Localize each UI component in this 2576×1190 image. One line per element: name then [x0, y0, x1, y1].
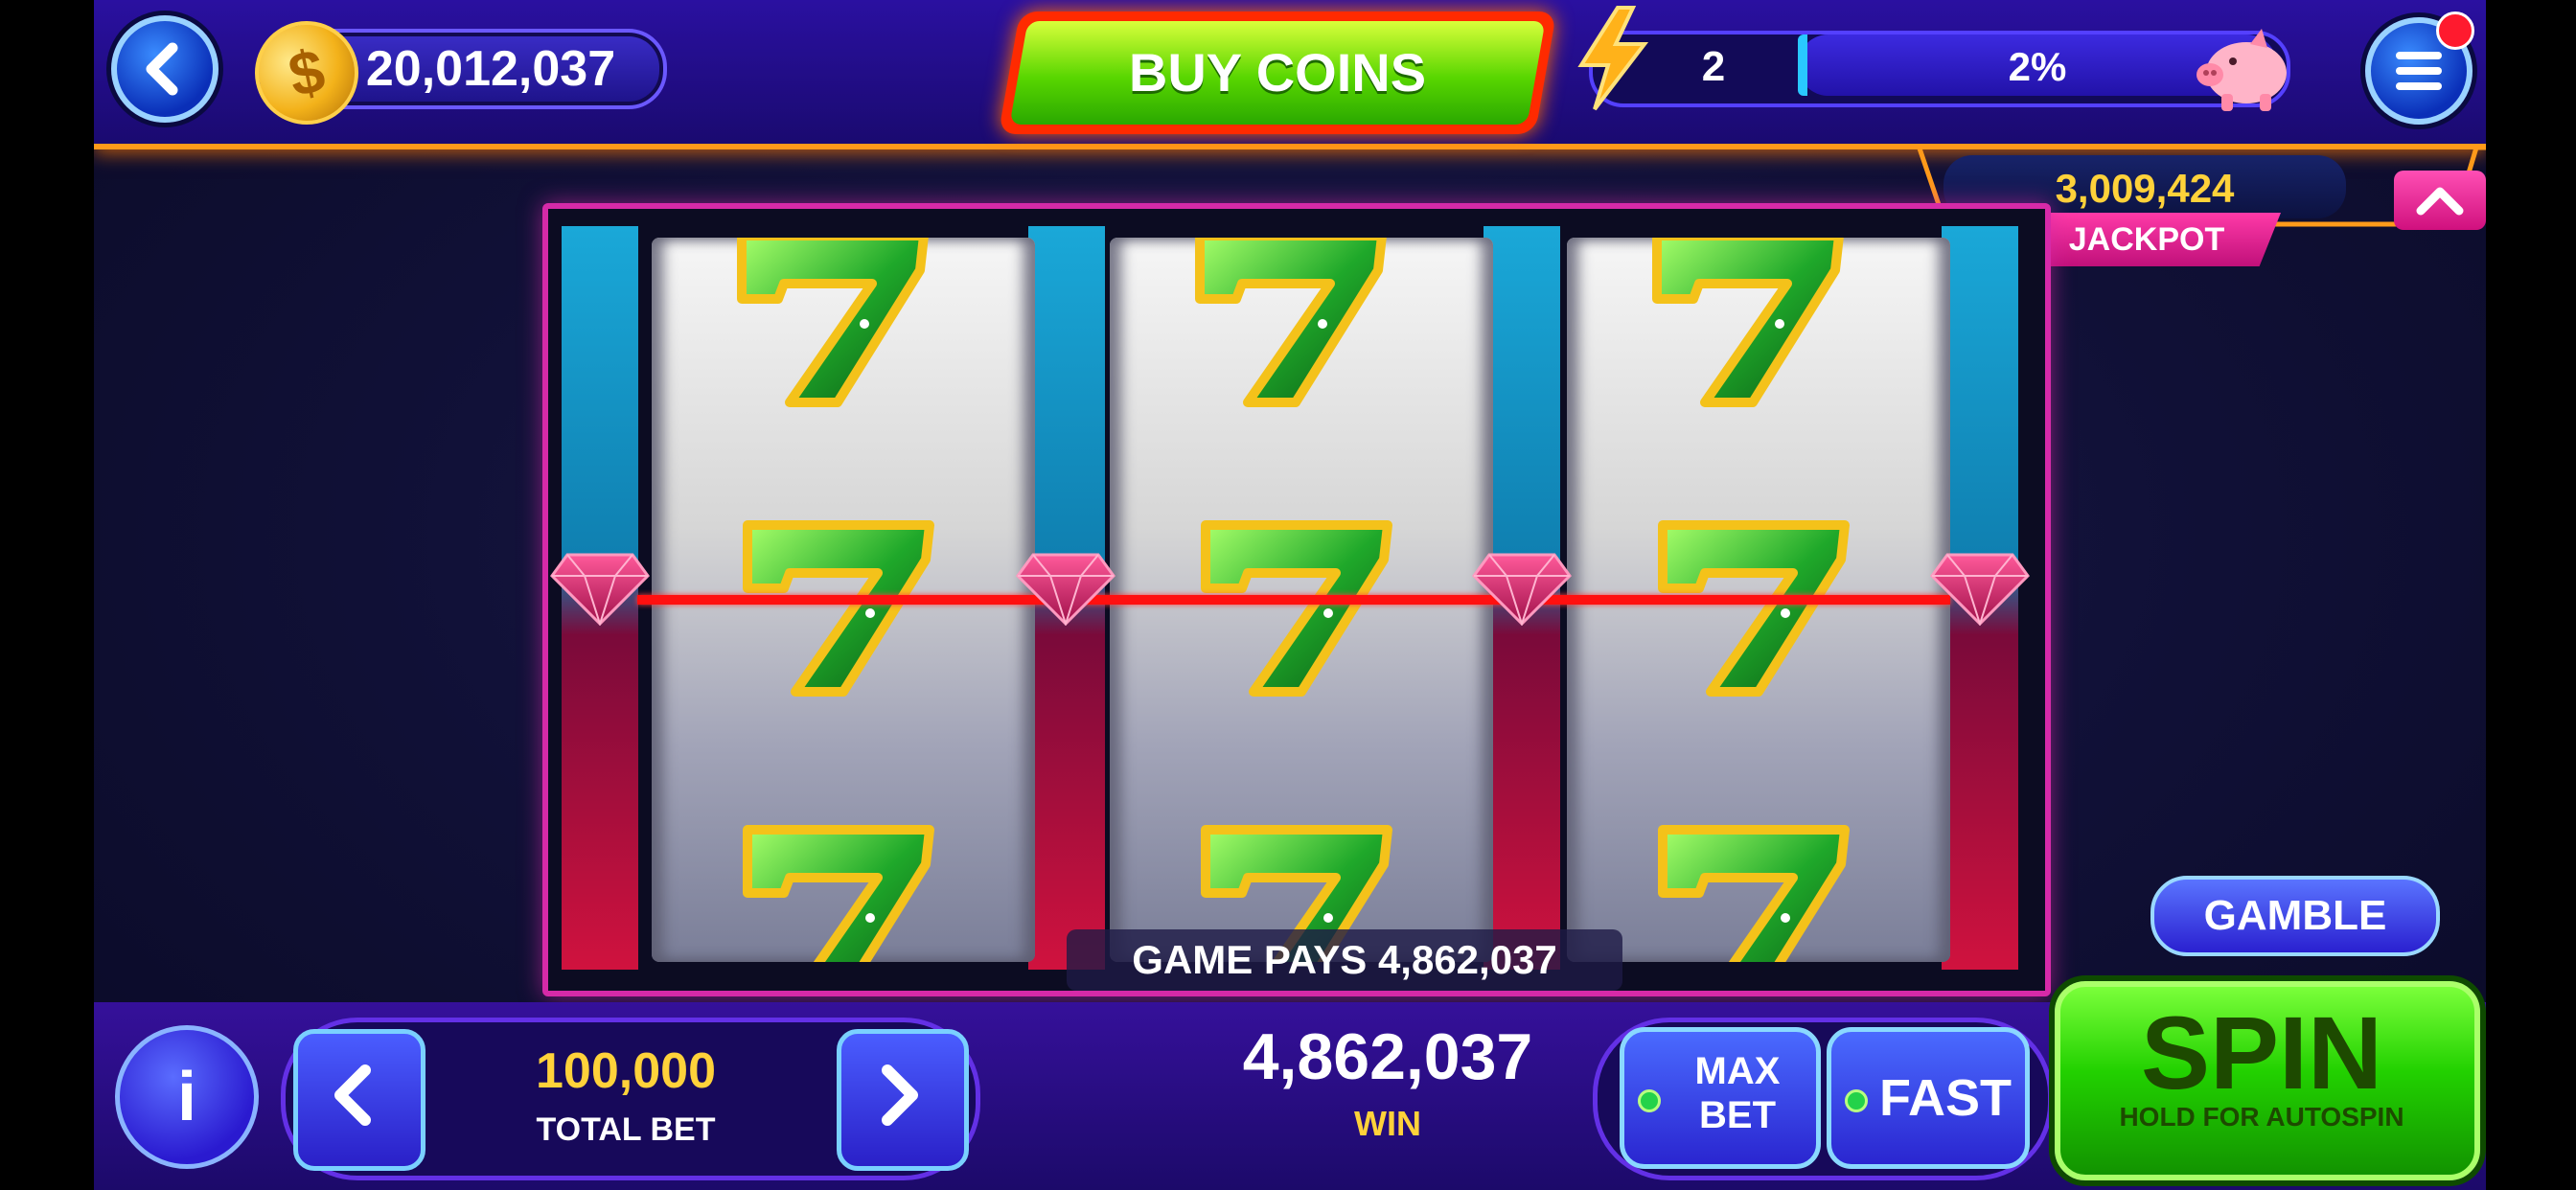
fast-indicator [1845, 1089, 1868, 1112]
spin-label: SPIN [2140, 995, 2383, 1110]
info-button[interactable]: i [115, 1025, 259, 1169]
chevron-right-icon [882, 1064, 918, 1126]
ruby-gem-icon [1930, 553, 2030, 626]
total-bet-value: 100,000 [536, 1043, 716, 1099]
increase-bet-button[interactable] [837, 1029, 969, 1171]
win-label: WIN [1354, 1104, 1421, 1143]
buy-coins-button[interactable]: BUY COINS [998, 11, 1557, 134]
green-seven-symbol [1190, 238, 1401, 410]
max-bet-button[interactable]: MAX BET [1620, 1027, 1821, 1169]
slot-game-screen: 20,012,037 $ BUY COINS 2 2% 3,009,424 JA… [94, 0, 2486, 1190]
ruby-gem-icon [550, 553, 650, 626]
fast-button[interactable]: FAST [1827, 1027, 2030, 1169]
fast-label: FAST [1878, 1069, 2012, 1127]
max-bet-indicator [1638, 1089, 1661, 1112]
green-seven-symbol [738, 517, 949, 699]
jackpot-label: JACKPOT [2068, 221, 2225, 258]
notification-dot [2436, 11, 2474, 50]
piggy-bank-icon[interactable] [2191, 23, 2296, 115]
lightning-bolt-icon [1577, 6, 1649, 111]
buy-coins-label: BUY COINS [1128, 42, 1427, 103]
green-seven-symbol [732, 238, 943, 410]
winning-payline [637, 595, 1950, 605]
chevron-left-icon [334, 1064, 371, 1126]
ruby-gem-icon [1472, 553, 1572, 626]
green-seven-symbol [1653, 822, 1864, 962]
chevron-left-icon [146, 42, 178, 96]
collapse-jackpot-button[interactable] [2394, 171, 2486, 230]
win-amount: 4,862,037 [1242, 1020, 1533, 1093]
green-seven-symbol [1653, 517, 1864, 699]
ruby-gem-icon [1016, 553, 1116, 626]
back-button[interactable] [111, 15, 218, 123]
chevron-up-icon [2416, 187, 2464, 216]
game-pays-banner: GAME PAYS 4,862,037 [1067, 929, 1622, 991]
green-seven-symbol [738, 822, 949, 962]
green-seven-symbol [1196, 517, 1407, 699]
max-bet-line2: BET [1699, 1094, 1776, 1136]
green-seven-symbol [1647, 238, 1858, 410]
spin-hold-hint: HOLD FOR AUTOSPIN [2119, 1102, 2404, 1132]
decrease-bet-button[interactable] [293, 1029, 426, 1171]
max-bet-label: MAX BET [1667, 1049, 1808, 1137]
player-level: 2 [1701, 43, 1726, 90]
max-bet-line1: MAX [1694, 1050, 1781, 1092]
total-bet-label: TOTAL BET [536, 1111, 716, 1148]
gamble-button[interactable]: GAMBLE [2150, 876, 2440, 956]
